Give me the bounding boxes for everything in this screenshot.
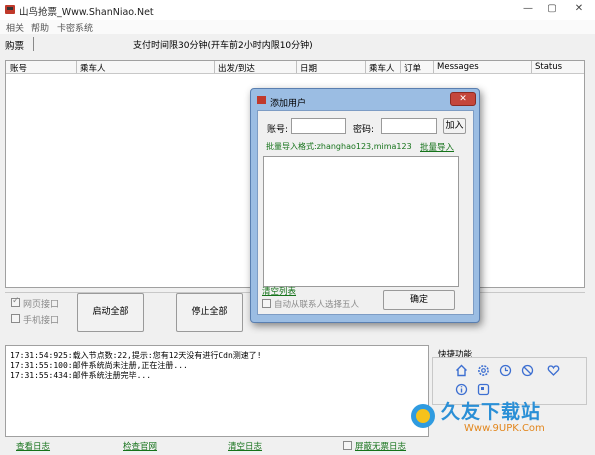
start-all-button[interactable]: 启动全部: [77, 293, 144, 332]
app-icon: [5, 5, 15, 14]
col-divider: [296, 61, 297, 73]
check-site-link[interactable]: 检查官网: [123, 440, 157, 452]
mobile-port-label: 手机接口: [23, 316, 60, 326]
dialog-close-button[interactable]: ✕: [450, 92, 476, 106]
payment-notice: 支付时间限30分钟(开车前2小时内限10分钟): [133, 41, 313, 51]
account-field[interactable]: [291, 118, 346, 134]
watermark-logo: [411, 404, 435, 428]
menu-help[interactable]: 帮助: [31, 21, 49, 34]
account-label: 账号:: [267, 125, 289, 135]
network-port-label: 网页接口: [23, 300, 60, 310]
col-date[interactable]: 日期: [300, 62, 317, 74]
maximize-button[interactable]: ▢: [538, 0, 566, 18]
batch-import-link[interactable]: 批量导入: [420, 141, 454, 153]
watermark: 久友下载站 Www.9UPK.Com: [408, 397, 593, 443]
tab-divider: [33, 37, 34, 51]
home-icon[interactable]: [455, 364, 468, 377]
clear-log-link[interactable]: 清空日志: [228, 440, 262, 452]
batch-format-hint: 批量导入格式:zhanghao123,mima123: [266, 142, 412, 151]
password-field[interactable]: [381, 118, 437, 134]
block-icon[interactable]: [521, 364, 534, 377]
settings-icon[interactable]: [477, 364, 490, 377]
watermark-url: Www.9UPK.Com: [464, 423, 545, 434]
col-divider: [400, 61, 401, 73]
window-title: 山鸟抢票_Www.ShanNiao.Net: [19, 7, 154, 18]
mobile-port-checkbox[interactable]: [11, 314, 20, 323]
auto-select-label: 自动从联系人选择五人: [274, 300, 360, 310]
info-icon[interactable]: [455, 383, 468, 396]
log-line: 17:31:55:434:邮件系统注册完毕...: [10, 371, 152, 380]
watermark-name: 久友下载站: [441, 401, 542, 423]
stop-all-button[interactable]: 停止全部: [176, 293, 243, 332]
col-divider: [76, 61, 77, 73]
menu-card-system[interactable]: 卡密系统: [57, 21, 93, 34]
col-messages[interactable]: Messages: [437, 62, 479, 73]
network-port-checkbox[interactable]: [11, 296, 20, 307]
add-button[interactable]: 加入: [443, 118, 466, 134]
col-divider: [531, 61, 532, 73]
mute-no-ticket-label[interactable]: 屏蔽无票日志: [355, 440, 406, 452]
qr-icon[interactable]: [477, 383, 490, 396]
mute-no-ticket-checkbox[interactable]: [343, 441, 352, 450]
col-divider: [433, 61, 434, 73]
col-passenger[interactable]: 乘车人: [80, 62, 106, 74]
menu-related[interactable]: 相关: [6, 21, 24, 34]
col-account[interactable]: 账号: [10, 62, 27, 74]
col-order[interactable]: 订单: [404, 62, 421, 74]
col-divider: [214, 61, 215, 73]
heart-icon[interactable]: [547, 364, 560, 377]
col-status[interactable]: Status: [535, 62, 562, 73]
dialog-app-icon: [257, 96, 266, 104]
col-divider: [365, 61, 366, 73]
col-passenger-2[interactable]: 乘车人: [369, 62, 395, 74]
dialog-title: 添加用户: [270, 99, 307, 109]
clock-icon[interactable]: [499, 364, 512, 377]
close-button[interactable]: ✕: [565, 0, 593, 18]
col-route[interactable]: 出发/到达: [218, 62, 255, 74]
clear-list-link[interactable]: 清空列表: [262, 285, 296, 297]
confirm-button[interactable]: 确定: [383, 290, 455, 310]
view-log-link[interactable]: 查看日志: [16, 440, 50, 452]
password-label: 密码:: [353, 125, 375, 135]
tab-buy-ticket[interactable]: 购票: [5, 38, 24, 52]
import-list[interactable]: [263, 156, 459, 287]
auto-select-checkbox[interactable]: [262, 299, 271, 308]
